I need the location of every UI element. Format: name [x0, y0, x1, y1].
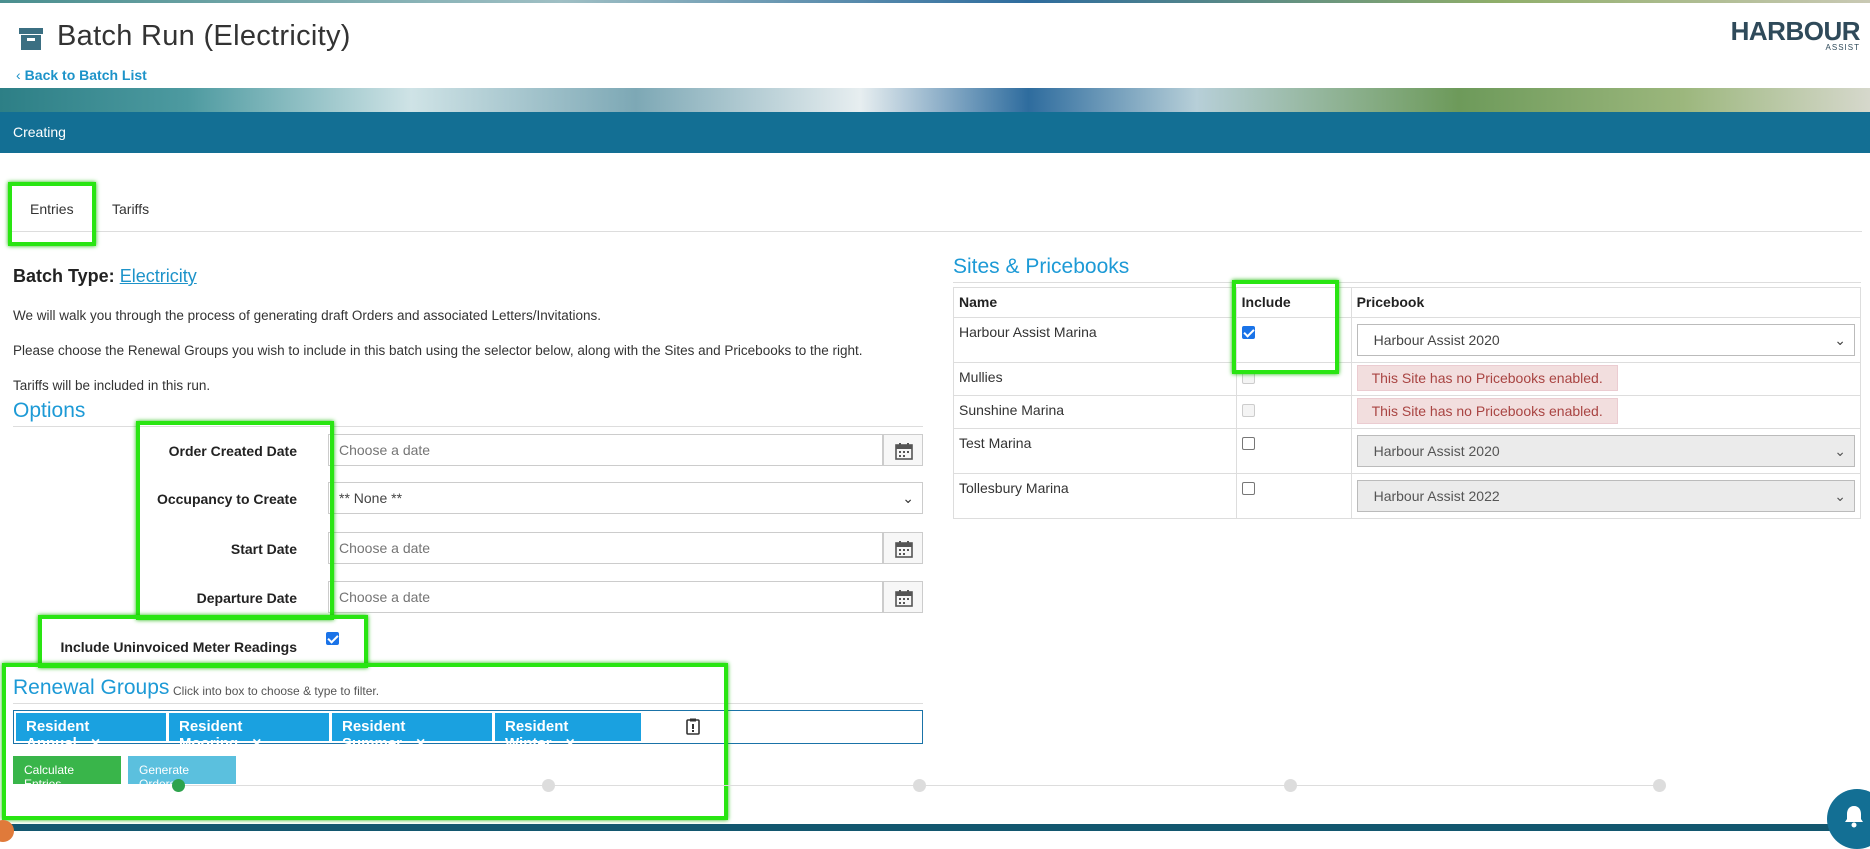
renewal-groups-hint: Click into box to choose & type to filte… [173, 684, 380, 698]
options-title: Options [13, 399, 86, 422]
table-row: Tollesbury Marina Harbour Assist 2022 ⌄ [953, 473, 1862, 519]
batch-type-label: Batch Type: [13, 266, 115, 286]
close-icon[interactable]: × [91, 735, 100, 752]
intro-paragraph-2: Please choose the Renewal Groups you wis… [13, 343, 863, 358]
include-checkbox-harbour-assist-marina[interactable] [1241, 326, 1255, 339]
renewal-groups-selector[interactable]: Resident Annual × Resident Mooring × Resid… [13, 710, 923, 752]
header-photo-strip-top [0, 0, 1870, 3]
tab-tariffs[interactable]: Tariffs [104, 197, 157, 221]
chevron-down-icon: ⌄ [1834, 443, 1846, 459]
sites-pricebooks-title: Sites & Pricebooks [953, 255, 1130, 278]
chevron-down-icon: ⌄ [1834, 332, 1846, 348]
renewal-groups-divider [13, 703, 923, 704]
departure-date-calendar-button[interactable] [883, 581, 923, 613]
tag-resident-winter: Resident Winter × [495, 713, 641, 752]
sites-divider [953, 282, 1861, 283]
table-header-row: Name Include Pricebook [953, 287, 1862, 318]
tag-resident-mooring: Resident Mooring × [169, 713, 329, 752]
site-name: Harbour Assist Marina [953, 317, 1237, 363]
include-checkbox-test-marina[interactable] [1241, 437, 1255, 450]
status-text: Creating [13, 124, 66, 140]
col-header-include: Include [1235, 287, 1352, 318]
include-checkbox-mullies [1241, 371, 1255, 384]
calendar-icon [895, 443, 913, 460]
table-row: Test Marina Harbour Assist 2020 ⌄ [953, 428, 1862, 474]
pricebook-select-tollesbury-marina[interactable]: Harbour Assist 2022 ⌄ [1356, 480, 1855, 512]
no-pricebooks-alert: This Site has no Pricebooks enabled. [1356, 398, 1618, 424]
site-name: Sunshine Marina [953, 395, 1237, 429]
site-name: Tollesbury Marina [953, 473, 1237, 519]
back-to-batch-list-link[interactable]: ‹ Back to Batch List [16, 67, 147, 83]
tag-resident-annual: Resident Annual × [16, 713, 166, 752]
tag-label: Resident Summer [342, 718, 406, 752]
uninvoiced-readings-label: Include Uninvoiced Meter Readings [60, 639, 298, 655]
start-date-label: Start Date [230, 541, 297, 557]
start-date-calendar-button[interactable] [883, 532, 923, 564]
intro-paragraph-1: We will walk you through the process of … [13, 308, 602, 323]
progress-step-3 [913, 779, 926, 792]
page-title: Batch Run (Electricity) [57, 20, 351, 52]
calendar-icon [895, 590, 913, 607]
footer-bar [0, 824, 1870, 831]
order-created-label: Order Created Date [168, 443, 297, 459]
archive-icon [18, 26, 44, 52]
renewal-groups-title: Renewal Groups [13, 676, 170, 699]
no-pricebooks-alert: This Site has no Pricebooks enabled. [1356, 365, 1618, 391]
intro-paragraph-3: Tariffs will be included in this run. [13, 378, 211, 393]
tag-label: Resident Mooring [179, 718, 243, 752]
options-divider [13, 426, 923, 427]
tag-label: Resident Winter [505, 718, 569, 752]
close-icon[interactable]: × [566, 735, 575, 752]
progress-step-1 [172, 779, 185, 792]
progress-step-2 [542, 779, 555, 792]
occupancy-select[interactable]: ** None ** ⌄ [328, 482, 923, 514]
clipboard-icon[interactable] [686, 718, 700, 740]
batch-type: Batch Type: Electricity [13, 266, 197, 287]
sites-table: Name Include Pricebook Harbour Assist Ma… [953, 287, 1862, 519]
table-row: Sunshine Marina This Site has no Pricebo… [953, 395, 1862, 429]
notifications-button[interactable] [1827, 789, 1870, 849]
pricebook-value: Harbour Assist 2022 [1373, 488, 1500, 504]
departure-date-label: Departure Date [196, 590, 297, 606]
table-row: Harbour Assist Marina Harbour Assist 202… [953, 317, 1862, 363]
harbour-assist-logo: HARBOUR ASSIST [1731, 16, 1861, 52]
calendar-icon [895, 541, 913, 558]
bell-icon [1845, 806, 1863, 828]
batch-type-link[interactable]: Electricity [120, 266, 197, 286]
occupancy-value: ** None ** [339, 490, 403, 506]
header-photo-strip [0, 88, 1870, 112]
page-header: Batch Run (Electricity) ‹ Back to Batch L… [0, 0, 1870, 112]
col-header-pricebook: Pricebook [1350, 287, 1862, 318]
include-checkbox-tollesbury-marina[interactable] [1241, 482, 1255, 495]
site-name: Test Marina [953, 428, 1237, 474]
pricebook-value: Harbour Assist 2020 [1373, 332, 1500, 348]
pricebook-select-harbour-assist-marina[interactable]: Harbour Assist 2020 ⌄ [1356, 324, 1855, 356]
progress-step-4 [1284, 779, 1297, 792]
table-row: Mullies This Site has no Pricebooks enab… [953, 362, 1862, 396]
back-link-label: Back to Batch List [24, 67, 147, 83]
order-created-calendar-button[interactable] [883, 434, 923, 466]
chevron-down-icon: ⌄ [1834, 488, 1846, 504]
tag-label: Resident Annual [26, 718, 90, 752]
site-name: Mullies [953, 362, 1237, 396]
pricebook-select-test-marina[interactable]: Harbour Assist 2020 ⌄ [1356, 435, 1855, 467]
tag-resident-summer: Resident Summer × [332, 713, 492, 752]
close-icon[interactable]: × [416, 735, 425, 752]
chevron-down-icon: ⌄ [902, 490, 914, 506]
pricebook-value: Harbour Assist 2020 [1373, 443, 1500, 459]
occupancy-label: Occupancy to Create [156, 491, 297, 507]
calculate-entries-button[interactable]: Calculate Entries [13, 756, 121, 791]
chevron-left-icon: ‹ [16, 67, 21, 83]
tab-bar: Entries Tariffs [10, 183, 1862, 232]
include-checkbox-sunshine-marina [1241, 404, 1255, 417]
col-header-name: Name [953, 287, 1237, 318]
status-bar: Creating [0, 112, 1870, 153]
tab-entries[interactable]: Entries [22, 197, 82, 221]
departure-date-input[interactable] [328, 581, 883, 613]
close-icon[interactable]: × [252, 735, 261, 752]
uninvoiced-readings-checkbox[interactable] [326, 632, 339, 645]
order-created-date-input[interactable] [328, 434, 883, 466]
progress-step-5 [1653, 779, 1666, 792]
start-date-input[interactable] [328, 532, 883, 564]
